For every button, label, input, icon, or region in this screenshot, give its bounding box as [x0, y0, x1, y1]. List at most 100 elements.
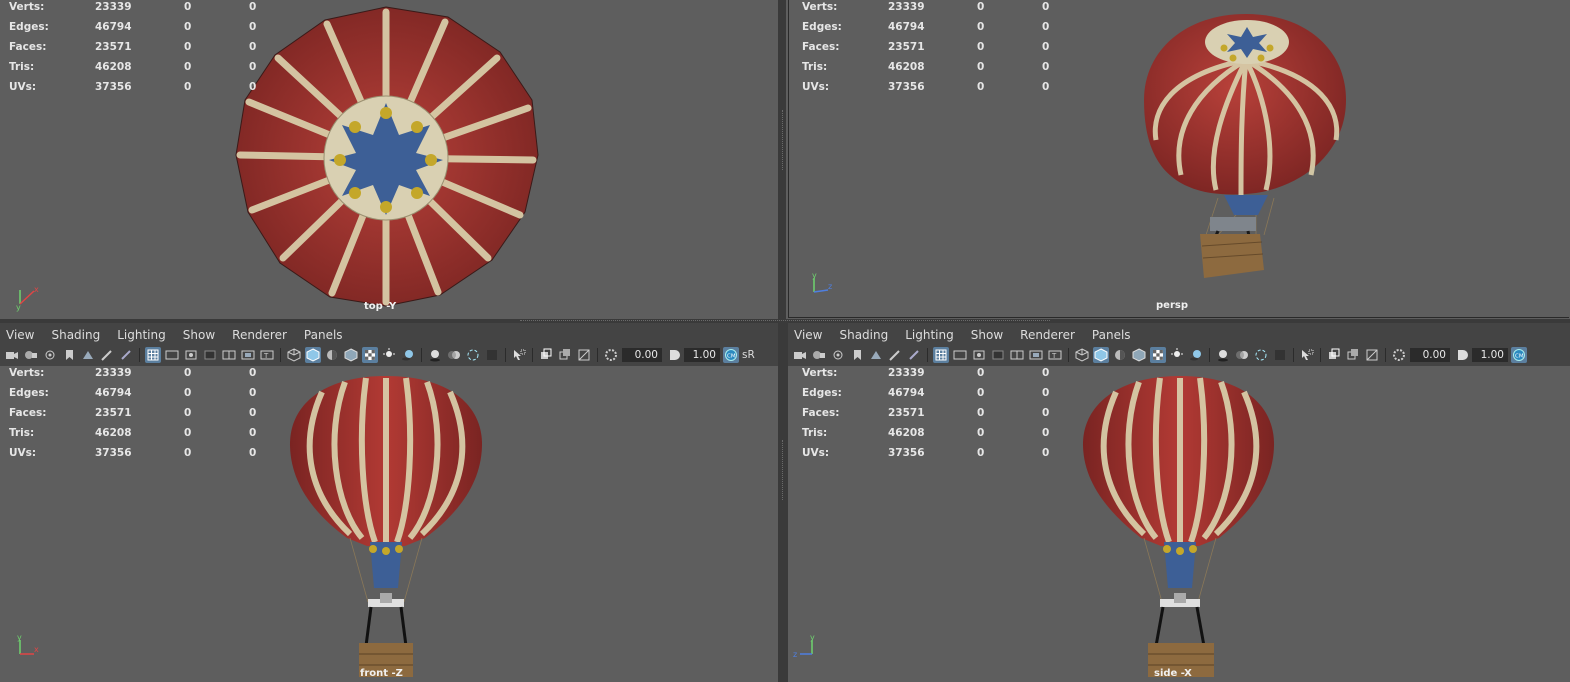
resolution-gate-icon[interactable]: [183, 347, 199, 363]
menu-panels[interactable]: Panels: [1086, 328, 1140, 342]
camera-attr-icon[interactable]: [811, 347, 827, 363]
viewport-front[interactable]: Verts: 23339 0 0 Edges: 46794 0 0 Faces: 23571 0…: [0, 366, 778, 682]
image-plane-icon[interactable]: [80, 347, 96, 363]
camera-label: persp: [1156, 300, 1188, 311]
texture-icon[interactable]: [362, 347, 378, 363]
grease-pencil-icon[interactable]: [887, 347, 903, 363]
pane-splitter-vertical[interactable]: [778, 323, 788, 682]
depth-of-field-icon[interactable]: [1272, 347, 1288, 363]
depth-of-field-icon[interactable]: [484, 347, 500, 363]
image-plane-icon[interactable]: [868, 347, 884, 363]
viewport-persp[interactable]: Verts: 23339 0 0 Edges: 46794 0 0 Faces: 23571 0…: [786, 0, 1570, 319]
svg-text:T: T: [1051, 352, 1057, 360]
default-material-icon[interactable]: [324, 347, 340, 363]
hud-row: Tris: 46208 0 0: [9, 427, 257, 439]
xray-icon[interactable]: [538, 347, 554, 363]
grid-icon[interactable]: [933, 347, 949, 363]
bookmark-icon[interactable]: [42, 347, 58, 363]
exposure-icon[interactable]: [1391, 347, 1407, 363]
flag-icon[interactable]: [61, 347, 77, 363]
camera-icon[interactable]: [4, 347, 20, 363]
gamma-icon[interactable]: [1453, 347, 1469, 363]
menu-show[interactable]: Show: [177, 328, 224, 342]
xray-joints-icon[interactable]: [557, 347, 573, 363]
panel-menu-bar: View Shading Lighting Show Renderer Pane…: [788, 324, 1570, 346]
menu-view[interactable]: View: [788, 328, 831, 342]
motion-blur-icon[interactable]: [446, 347, 462, 363]
toolbar-separator: [1068, 348, 1069, 362]
wireframe-icon[interactable]: [286, 347, 302, 363]
brush-icon[interactable]: [906, 347, 922, 363]
safe-action-icon[interactable]: [1028, 347, 1044, 363]
xray-joints-icon[interactable]: [1345, 347, 1361, 363]
svg-text:T: T: [263, 352, 269, 360]
exposure-field[interactable]: 0.00: [622, 348, 662, 362]
wireframe-icon[interactable]: [1074, 347, 1090, 363]
lighting-icon[interactable]: [381, 347, 397, 363]
flag-icon[interactable]: [849, 347, 865, 363]
smooth-shade-icon[interactable]: [305, 347, 321, 363]
safe-title-icon[interactable]: T: [259, 347, 275, 363]
poly-count-hud: Verts: 23339 0 0 Edges: 46794 0 0 Faces: 23571 0…: [802, 0, 1062, 100]
ambient-occlusion-icon[interactable]: [1215, 347, 1231, 363]
field-chart-icon[interactable]: [1009, 347, 1025, 363]
xray-components-icon[interactable]: [1364, 347, 1380, 363]
grid-icon[interactable]: [145, 347, 161, 363]
camera-icon[interactable]: [792, 347, 808, 363]
gate-mask-icon[interactable]: [990, 347, 1006, 363]
svg-text:CM: CM: [1515, 354, 1524, 360]
safe-action-icon[interactable]: [240, 347, 256, 363]
toolbar-separator: [597, 348, 598, 362]
menu-shading[interactable]: Shading: [45, 328, 109, 342]
resolution-gate-icon[interactable]: [971, 347, 987, 363]
anti-alias-icon[interactable]: [465, 347, 481, 363]
menu-lighting[interactable]: Lighting: [111, 328, 175, 342]
exposure-field[interactable]: 0.00: [1410, 348, 1450, 362]
menu-panels[interactable]: Panels: [298, 328, 352, 342]
menu-lighting[interactable]: Lighting: [899, 328, 963, 342]
toolbar-separator: [532, 348, 533, 362]
lighting-icon[interactable]: [1169, 347, 1185, 363]
film-gate-icon[interactable]: [952, 347, 968, 363]
texture-icon[interactable]: [1150, 347, 1166, 363]
ambient-occlusion-icon[interactable]: [427, 347, 443, 363]
brush-icon[interactable]: [118, 347, 134, 363]
exposure-icon[interactable]: [603, 347, 619, 363]
anti-alias-icon[interactable]: [1253, 347, 1269, 363]
axis-gizmo-icon: y x: [17, 633, 39, 655]
bookmark-icon[interactable]: [830, 347, 846, 363]
viewport-top[interactable]: Verts: 23339 0 0 Edges: 46794 0 0 Faces: 23571 0…: [0, 0, 778, 319]
shadows-icon[interactable]: [1188, 347, 1204, 363]
splitter-grip: [782, 110, 784, 170]
safe-title-icon[interactable]: T: [1047, 347, 1063, 363]
xray-icon[interactable]: [1326, 347, 1342, 363]
film-gate-icon[interactable]: [164, 347, 180, 363]
motion-blur-icon[interactable]: [1234, 347, 1250, 363]
menu-renderer[interactable]: Renderer: [1014, 328, 1084, 342]
viewport-side[interactable]: Verts: 23339 0 0 Edges: 46794 0 0 Faces: 23571 0…: [788, 366, 1570, 682]
default-material-icon[interactable]: [1112, 347, 1128, 363]
wireframe-on-shaded-icon[interactable]: [1131, 347, 1147, 363]
field-chart-icon[interactable]: [221, 347, 237, 363]
gamma-field[interactable]: 1.00: [1472, 348, 1508, 362]
gamma-icon[interactable]: [665, 347, 681, 363]
isolate-icon[interactable]: [1299, 347, 1315, 363]
menu-shading[interactable]: Shading: [833, 328, 897, 342]
gamma-field[interactable]: 1.00: [684, 348, 720, 362]
gate-mask-icon[interactable]: [202, 347, 218, 363]
isolate-icon[interactable]: [511, 347, 527, 363]
grease-pencil-icon[interactable]: [99, 347, 115, 363]
menu-renderer[interactable]: Renderer: [226, 328, 296, 342]
panel-toolbar: T 0.00 1.00 CM: [788, 345, 1570, 365]
menu-show[interactable]: Show: [965, 328, 1012, 342]
color-management-icon[interactable]: CM: [1511, 347, 1527, 363]
wireframe-on-shaded-icon[interactable]: [343, 347, 359, 363]
xray-components-icon[interactable]: [576, 347, 592, 363]
camera-attr-icon[interactable]: [23, 347, 39, 363]
smooth-shade-icon[interactable]: [1093, 347, 1109, 363]
color-management-icon[interactable]: CM: [723, 347, 739, 363]
menu-view[interactable]: View: [0, 328, 43, 342]
svg-text:x: x: [34, 645, 39, 654]
shadows-icon[interactable]: [400, 347, 416, 363]
svg-text:y: y: [810, 633, 815, 642]
